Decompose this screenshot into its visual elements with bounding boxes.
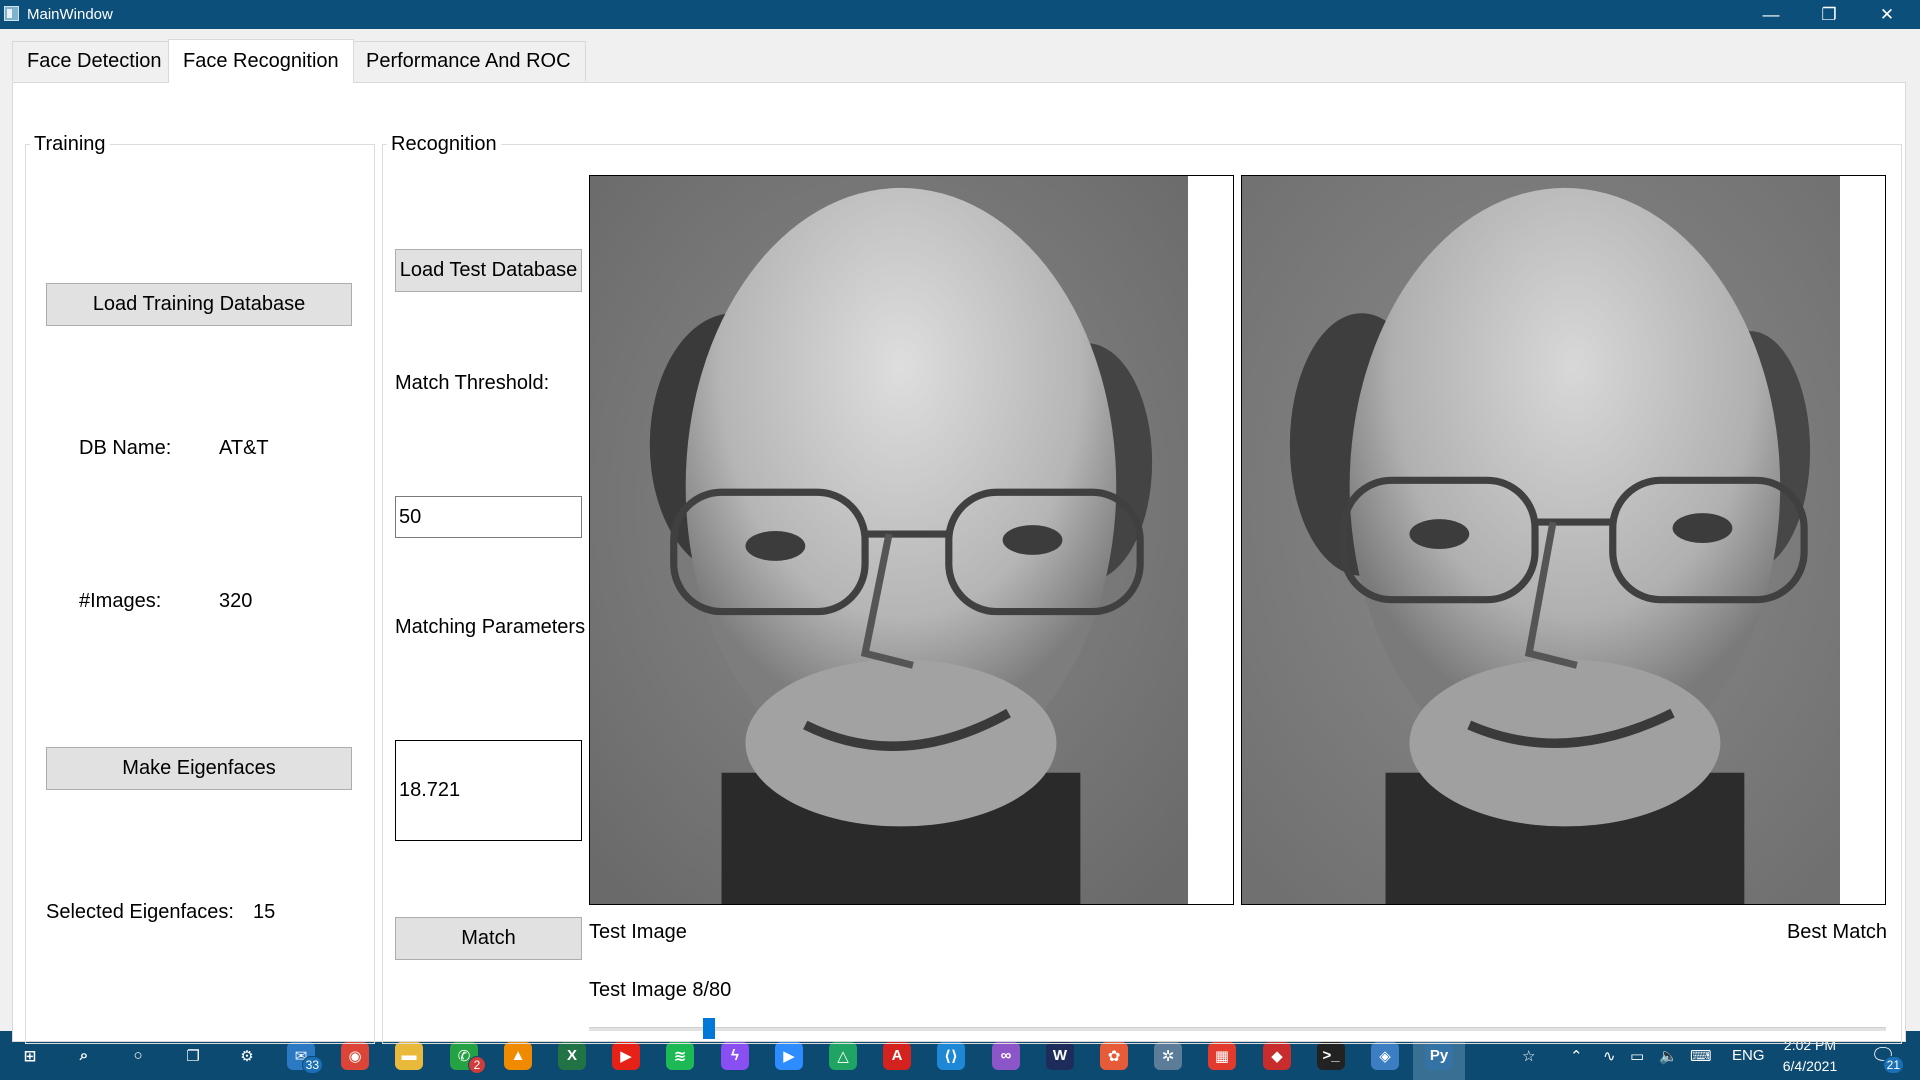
best-match-face-image xyxy=(1242,176,1840,904)
best-match-caption: Best Match xyxy=(1786,921,1887,943)
app-grid-icon: ▦ xyxy=(1208,1041,1236,1070)
keyboard-icon: ⌨ xyxy=(1690,1047,1712,1065)
test-image-slider-track[interactable] xyxy=(589,1027,1886,1031)
title-bar: MainWindow — ❐ ✕ xyxy=(0,0,1920,29)
python-icon: Py xyxy=(1425,1041,1453,1070)
tab-performance-and-roc[interactable]: Performance And ROC xyxy=(351,41,586,81)
app-w-icon: W xyxy=(1046,1041,1074,1070)
people-icon: ☆ xyxy=(1522,1047,1536,1065)
test-image-frame xyxy=(589,175,1234,905)
cortana-icon: ○ xyxy=(133,1047,143,1064)
training-group: Training Load Training Database DB Name:… xyxy=(25,133,375,1044)
load-test-database-button[interactable]: Load Test Database xyxy=(395,249,582,292)
tab-face-detection[interactable]: Face Detection xyxy=(12,41,177,81)
test-image-caption: Test Image xyxy=(589,921,687,943)
training-group-title: Training xyxy=(30,133,110,156)
clock-date: 6/4/2021 xyxy=(1782,1058,1838,1074)
file-explorer-icon: ▬ xyxy=(395,1041,423,1070)
recognition-group-title: Recognition xyxy=(387,133,501,156)
match-button[interactable]: Match xyxy=(395,917,582,960)
close-button[interactable]: ✕ xyxy=(1858,0,1916,29)
app-red-icon: ✿ xyxy=(1100,1041,1128,1070)
close-icon: ✕ xyxy=(1879,4,1895,24)
start-icon: ⊞ xyxy=(23,1047,37,1065)
tab-face-recognition[interactable]: Face Recognition xyxy=(168,39,354,83)
task-view-icon: ❐ xyxy=(186,1047,200,1065)
whatsapp-badge: 2 xyxy=(468,1056,486,1074)
git-icon: ◈ xyxy=(1371,1041,1399,1070)
visual-studio-icon: ∞ xyxy=(992,1041,1020,1070)
vscode-icon: ⟨⟩ xyxy=(937,1041,965,1070)
images-count-value: 320 xyxy=(219,590,253,612)
matching-parameters-label: Matching Parameters xyxy=(395,616,586,638)
best-match-image-frame xyxy=(1241,175,1886,905)
spotify-icon: ≋ xyxy=(666,1041,694,1070)
tab-pane-face-recognition: Training Load Training Database DB Name:… xyxy=(12,82,1906,1044)
main-window-client: Face Detection Face Recognition Performa… xyxy=(0,29,1920,1044)
notifications-badge: 21 xyxy=(1882,1056,1904,1074)
excel-icon: X xyxy=(558,1041,586,1070)
images-count-label: #Images: xyxy=(79,590,162,612)
selected-eigenfaces-label: Selected Eigenfaces: xyxy=(46,901,234,923)
minimize-button[interactable]: — xyxy=(1742,0,1800,29)
db-name-label: DB Name: xyxy=(79,437,172,459)
matching-parameters-output: 18.721 xyxy=(395,740,582,841)
vlc-icon: ▲ xyxy=(504,1041,532,1070)
chevron-up-icon: ⌃ xyxy=(1570,1047,1583,1065)
match-threshold-input[interactable]: 50 xyxy=(395,496,582,538)
volume-icon: 🔈 xyxy=(1659,1047,1678,1065)
messenger-icon: ϟ xyxy=(721,1041,749,1070)
restore-icon: ❐ xyxy=(1821,4,1837,24)
test-image-slider-handle[interactable] xyxy=(703,1018,715,1039)
test-face-image xyxy=(590,176,1188,904)
window-title: MainWindow xyxy=(27,6,113,23)
selected-eigenfaces-value: 15 xyxy=(253,901,276,923)
test-image-counter: Test Image 8/80 xyxy=(589,979,732,1001)
app-window-icon xyxy=(4,6,19,21)
wifi-icon: ∿ xyxy=(1603,1047,1616,1065)
chrome-icon: ◉ xyxy=(341,1041,369,1070)
battery-icon: ▭ xyxy=(1630,1047,1645,1065)
settings-icon: ⚙ xyxy=(240,1047,254,1065)
recognition-group: Recognition Load Test Database Match Thr… xyxy=(382,133,1902,1044)
terminal-icon: >_ xyxy=(1317,1041,1345,1070)
zoom-icon: ▶ xyxy=(775,1041,803,1070)
app-cube-icon: ◆ xyxy=(1263,1041,1291,1070)
db-name-value: AT&T xyxy=(219,437,269,459)
match-threshold-label: Match Threshold: xyxy=(395,372,550,394)
minimize-icon: — xyxy=(1762,4,1780,24)
acrobat-icon: A xyxy=(883,1041,911,1070)
load-training-database-button[interactable]: Load Training Database xyxy=(46,283,352,326)
search-icon: ⌕ xyxy=(79,1047,89,1064)
google-drive-icon: △ xyxy=(829,1041,857,1070)
make-eigenfaces-button[interactable]: Make Eigenfaces xyxy=(46,747,352,790)
app-atom-icon: ✲ xyxy=(1154,1041,1182,1070)
youtube-music-icon: ▶ xyxy=(612,1041,640,1070)
maximize-button[interactable]: ❐ xyxy=(1800,0,1858,29)
mail-badge: 33 xyxy=(301,1056,323,1074)
